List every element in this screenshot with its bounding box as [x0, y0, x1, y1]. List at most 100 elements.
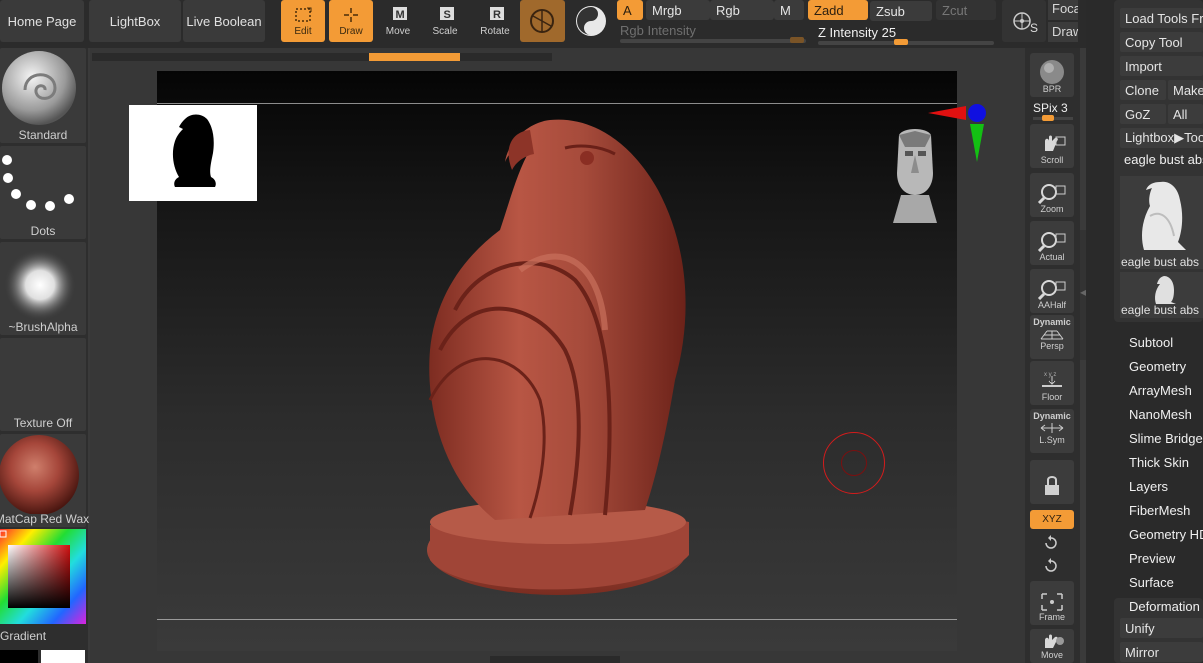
- symmetry-label: S: [1030, 21, 1039, 35]
- lightbox-tools-button[interactable]: Lightbox▶Too: [1120, 128, 1203, 148]
- scroll-hand-icon: [1045, 135, 1066, 151]
- secondary-color-swatch[interactable]: [0, 650, 38, 663]
- copy-tool-button[interactable]: Copy Tool: [1120, 32, 1203, 52]
- menu-arraymesh[interactable]: ArrayMesh: [1129, 383, 1192, 398]
- floor-icon: x y z: [1042, 372, 1062, 387]
- unify-button[interactable]: Unify: [1120, 618, 1203, 638]
- rotate-y-icon: [1045, 535, 1057, 549]
- menu-nanomesh[interactable]: NanoMesh: [1129, 407, 1192, 422]
- zoom-magnifier-icon: [1037, 184, 1066, 204]
- z-intensity-field[interactable]: Z Intensity 25: [818, 25, 896, 40]
- persp-grid-icon: [1040, 330, 1064, 340]
- menu-thick-skin[interactable]: Thick Skin: [1129, 455, 1189, 470]
- lock-camera-button[interactable]: [1030, 460, 1074, 504]
- zcut-button[interactable]: Zcut: [936, 0, 996, 20]
- brush-alpha-icon: [4, 249, 76, 321]
- mrgb-button[interactable]: Mrgb: [646, 0, 710, 20]
- floor-label: Floor: [1041, 392, 1063, 402]
- menu-slime-bridge[interactable]: Slime Bridge: [1129, 431, 1203, 446]
- alpha-label: ~BrushAlpha: [8, 320, 78, 334]
- xyz-label: XYZ: [1042, 514, 1062, 525]
- xyz-button[interactable]: XYZ: [1030, 510, 1074, 529]
- actual-button[interactable]: Actual: [1030, 221, 1074, 265]
- zoom-label: Zoom: [1040, 204, 1064, 214]
- active-tab-indicator[interactable]: [369, 53, 460, 61]
- spix-field[interactable]: SPix 3: [1033, 101, 1068, 115]
- rgb-button[interactable]: Rgb: [710, 0, 774, 20]
- brush-label: Standard: [18, 128, 68, 142]
- menu-geometry[interactable]: Geometry: [1129, 359, 1186, 374]
- draw-size-button[interactable]: Draw: [1048, 22, 1078, 42]
- brush-cursor-inner: [841, 450, 867, 476]
- spix-value: 3: [1061, 101, 1068, 115]
- aahalf-button[interactable]: AAHalf: [1030, 269, 1074, 313]
- live-boolean-button[interactable]: Live Boolean: [183, 0, 265, 42]
- solo-icon: [576, 6, 606, 36]
- goz-all-button[interactable]: All: [1168, 104, 1203, 124]
- mirror-button[interactable]: Mirror: [1120, 642, 1203, 662]
- current-tool-name: eagle bust abs: [1124, 152, 1203, 167]
- eagle-bust-model[interactable]: [400, 110, 720, 605]
- bpr-button[interactable]: BPR: [1030, 53, 1074, 97]
- tab-strip: [92, 53, 552, 61]
- make-polymesh-button[interactable]: Make: [1168, 80, 1203, 100]
- menu-subtool[interactable]: Subtool: [1129, 335, 1173, 350]
- axis-gizmo[interactable]: [926, 100, 991, 165]
- zsub-button[interactable]: Zsub: [870, 1, 932, 21]
- m-button[interactable]: M: [774, 0, 804, 20]
- menu-fibermesh[interactable]: FiberMesh: [1129, 503, 1190, 518]
- floor-button[interactable]: x y z Floor: [1030, 361, 1074, 405]
- solo-button[interactable]: [570, 2, 612, 40]
- menu-layers[interactable]: Layers: [1129, 479, 1168, 494]
- spix-handle[interactable]: [1042, 115, 1054, 121]
- lsym-arrows-icon: [1040, 423, 1064, 433]
- move-hand-icon: [1045, 634, 1064, 648]
- frame-button[interactable]: Frame: [1030, 581, 1074, 625]
- rotate-z-button[interactable]: [1043, 558, 1059, 574]
- load-tools-button[interactable]: Load Tools Fro: [1120, 8, 1203, 28]
- z-intensity-value: 25: [881, 25, 897, 40]
- move-tool-button[interactable]: M Move: [376, 0, 420, 42]
- bottom-shelf-handle[interactable]: [490, 656, 620, 663]
- symmetry-icon: [1013, 12, 1031, 30]
- eagle-white-thumbnail-icon: [1142, 181, 1186, 250]
- rotate-tool-button[interactable]: R Rotate: [473, 0, 517, 42]
- lock-icon: [1045, 476, 1059, 495]
- symmetry-button[interactable]: S: [1002, 0, 1046, 42]
- stroke-label: Dots: [30, 224, 56, 238]
- import-button[interactable]: Import: [1120, 56, 1203, 76]
- menu-geometry-hd[interactable]: Geometry HD: [1129, 527, 1203, 542]
- lsym-button[interactable]: Dynamic L.Sym: [1030, 409, 1074, 453]
- rgb-intensity-handle[interactable]: [790, 37, 804, 43]
- zadd-button[interactable]: Zadd: [808, 0, 868, 20]
- z-intensity-handle[interactable]: [894, 39, 908, 45]
- thumbnail-label-2: eagle bust abs: [1121, 303, 1200, 317]
- draw-label: Draw: [339, 26, 363, 37]
- goz-button[interactable]: GoZ: [1120, 104, 1166, 124]
- edit-button[interactable]: Edit: [281, 0, 325, 42]
- color-picker[interactable]: [0, 529, 86, 624]
- rotate-y-button[interactable]: [1043, 535, 1059, 551]
- eagle-small-thumbnail-icon: [1155, 276, 1176, 304]
- move-view-button[interactable]: Move: [1030, 629, 1074, 663]
- draw-button[interactable]: Draw: [329, 0, 373, 42]
- scroll-button[interactable]: Scroll: [1030, 124, 1074, 168]
- scroll-label: Scroll: [1040, 155, 1064, 165]
- polyframe-button[interactable]: [520, 0, 565, 42]
- eagle-silhouette-icon: [172, 114, 216, 187]
- color-picker-swatch: [0, 529, 86, 624]
- home-page-button[interactable]: Home Page: [0, 0, 84, 42]
- scale-tool-button[interactable]: S Scale: [423, 0, 467, 42]
- main-color-swatch[interactable]: [41, 650, 85, 663]
- focal-button[interactable]: Foca: [1048, 0, 1078, 20]
- menu-preview[interactable]: Preview: [1129, 551, 1175, 566]
- clone-button[interactable]: Clone: [1120, 80, 1166, 100]
- rgb-intensity-slider[interactable]: [620, 39, 806, 43]
- menu-surface[interactable]: Surface: [1129, 575, 1174, 590]
- a-channel-button[interactable]: A: [617, 0, 643, 20]
- menu-deformation[interactable]: Deformation: [1129, 599, 1200, 614]
- persp-button[interactable]: Dynamic Persp: [1030, 315, 1074, 359]
- lightbox-button[interactable]: LightBox: [89, 0, 181, 42]
- zoom-button[interactable]: Zoom: [1030, 173, 1074, 217]
- persp-label: Persp: [1040, 341, 1064, 351]
